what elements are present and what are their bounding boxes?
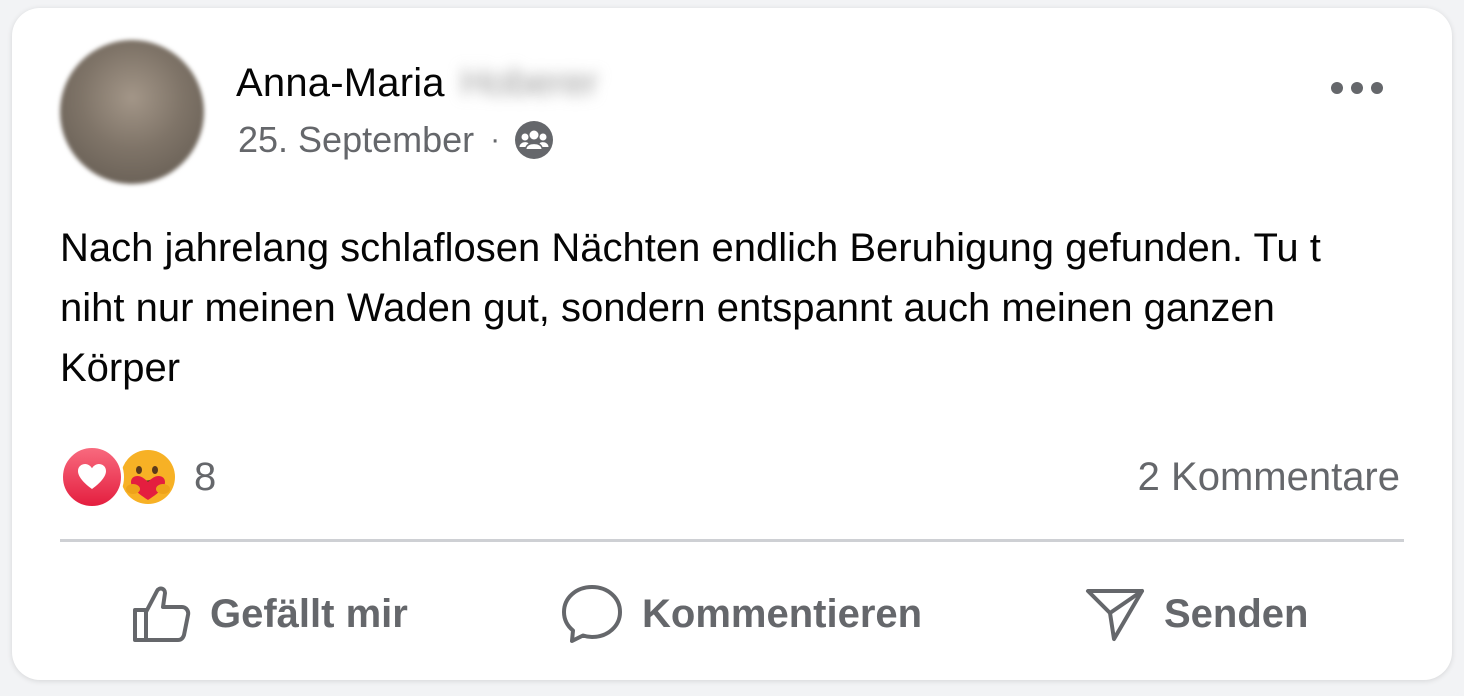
post-meta: 25. September · xyxy=(238,118,554,162)
send-label: Senden xyxy=(1164,591,1309,636)
divider xyxy=(60,539,1404,542)
post-text: Nach jahrelang schlaflosen Nächten endli… xyxy=(60,226,1321,390)
author-surname-blurred: Hoberer xyxy=(460,61,599,104)
more-options-button[interactable] xyxy=(1312,68,1402,108)
avatar[interactable] xyxy=(60,40,204,184)
more-horizontal-icon xyxy=(1331,82,1383,94)
reactions-summary[interactable]: 8 xyxy=(60,445,216,509)
comments-count-link[interactable]: 2 Kommentare xyxy=(1138,450,1400,504)
thumbs-up-icon xyxy=(133,586,191,642)
meta-separator: · xyxy=(490,123,501,156)
love-reaction-icon xyxy=(60,445,124,509)
post-author: Anna-Maria Hoberer xyxy=(236,58,598,108)
post-date[interactable]: 25. September xyxy=(238,119,474,161)
send-button[interactable]: Senden xyxy=(1084,578,1308,650)
author-name[interactable]: Anna-Maria xyxy=(236,61,445,106)
send-icon xyxy=(1086,589,1144,641)
reaction-count: 8 xyxy=(194,454,217,499)
comment-bubble-icon xyxy=(562,585,622,643)
comment-label: Kommentieren xyxy=(642,591,923,636)
friends-icon[interactable] xyxy=(514,120,554,160)
like-label: Gefällt mir xyxy=(210,591,408,636)
care-reaction-icon xyxy=(116,445,180,509)
post-card: Anna-Maria Hoberer 25. September · Nach … xyxy=(12,8,1452,680)
like-button[interactable]: Gefällt mir xyxy=(130,578,408,650)
comment-button[interactable]: Kommentieren xyxy=(560,578,922,650)
